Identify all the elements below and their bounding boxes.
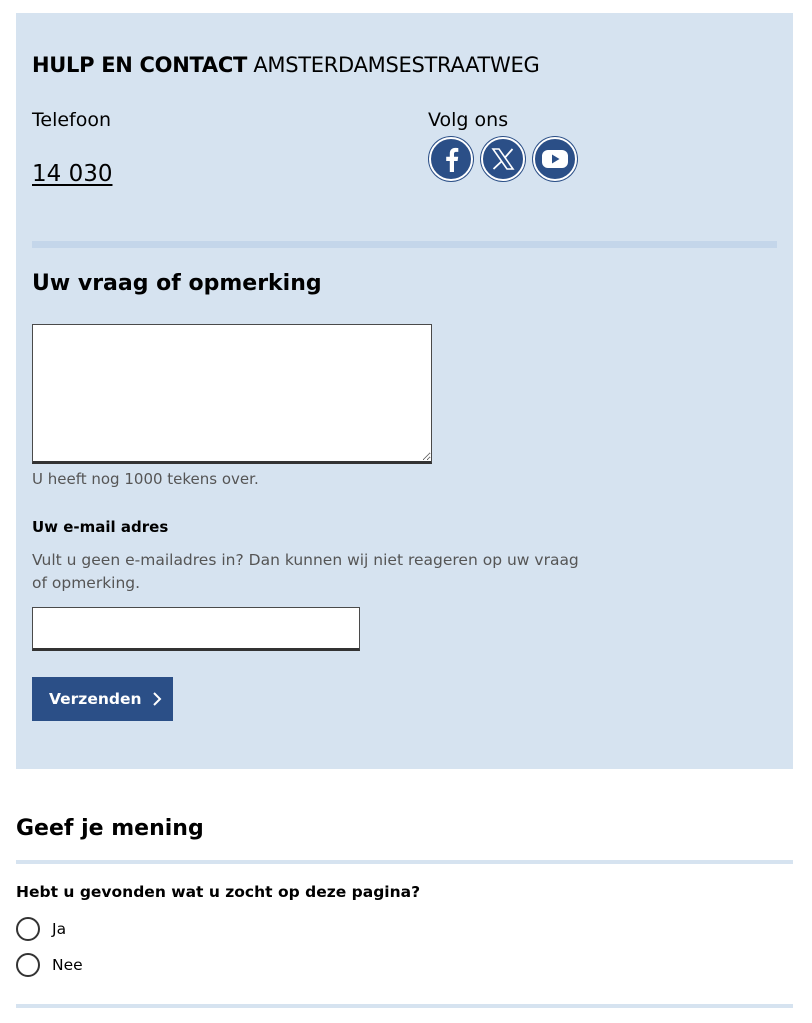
phone-number-link[interactable]: 14 030 bbox=[32, 161, 112, 187]
email-label: Uw e-mail adres bbox=[32, 518, 169, 536]
radio-nee[interactable] bbox=[16, 953, 40, 977]
form-title: Uw vraag of opmerking bbox=[32, 271, 322, 296]
follow-label: Volg ons bbox=[428, 109, 509, 131]
submit-button[interactable]: Verzenden bbox=[32, 677, 173, 721]
submit-button-label: Verzenden bbox=[49, 690, 142, 708]
section-divider bbox=[32, 241, 777, 248]
facebook-link[interactable] bbox=[429, 137, 473, 181]
panel-title-location: AMSTERDAMSESTRAATWEG bbox=[253, 53, 540, 77]
feedback-title: Geef je mening bbox=[16, 816, 204, 841]
email-field[interactable] bbox=[32, 607, 360, 651]
chevron-right-icon bbox=[152, 692, 161, 706]
phone-label: Telefoon bbox=[32, 109, 112, 131]
feedback-option-ja[interactable]: Ja bbox=[16, 917, 66, 941]
radio-ja[interactable] bbox=[16, 917, 40, 941]
feedback-divider bbox=[16, 860, 793, 864]
character-counter: U heeft nog 1000 tekens over. bbox=[32, 470, 259, 488]
feedback-option-nee[interactable]: Nee bbox=[16, 953, 83, 977]
panel-title: HULP EN CONTACT AMSTERDAMSESTRAATWEG bbox=[32, 53, 540, 77]
feedback-question: Hebt u gevonden wat u zocht op deze pagi… bbox=[16, 883, 421, 901]
facebook-icon bbox=[446, 147, 459, 172]
option-label-nee: Nee bbox=[52, 956, 83, 974]
panel-title-bold: HULP EN CONTACT bbox=[32, 53, 247, 77]
bottom-divider bbox=[16, 1004, 793, 1008]
x-twitter-icon bbox=[491, 148, 515, 170]
x-twitter-link[interactable] bbox=[481, 137, 525, 181]
youtube-link[interactable] bbox=[533, 137, 577, 181]
youtube-icon bbox=[542, 150, 568, 168]
email-help-text: Vult u geen e-mailadres in? Dan kunnen w… bbox=[32, 551, 579, 592]
question-textarea[interactable] bbox=[32, 324, 432, 464]
option-label-ja: Ja bbox=[52, 920, 67, 938]
contact-panel: HULP EN CONTACT AMSTERDAMSESTRAATWEG Tel… bbox=[16, 13, 793, 769]
